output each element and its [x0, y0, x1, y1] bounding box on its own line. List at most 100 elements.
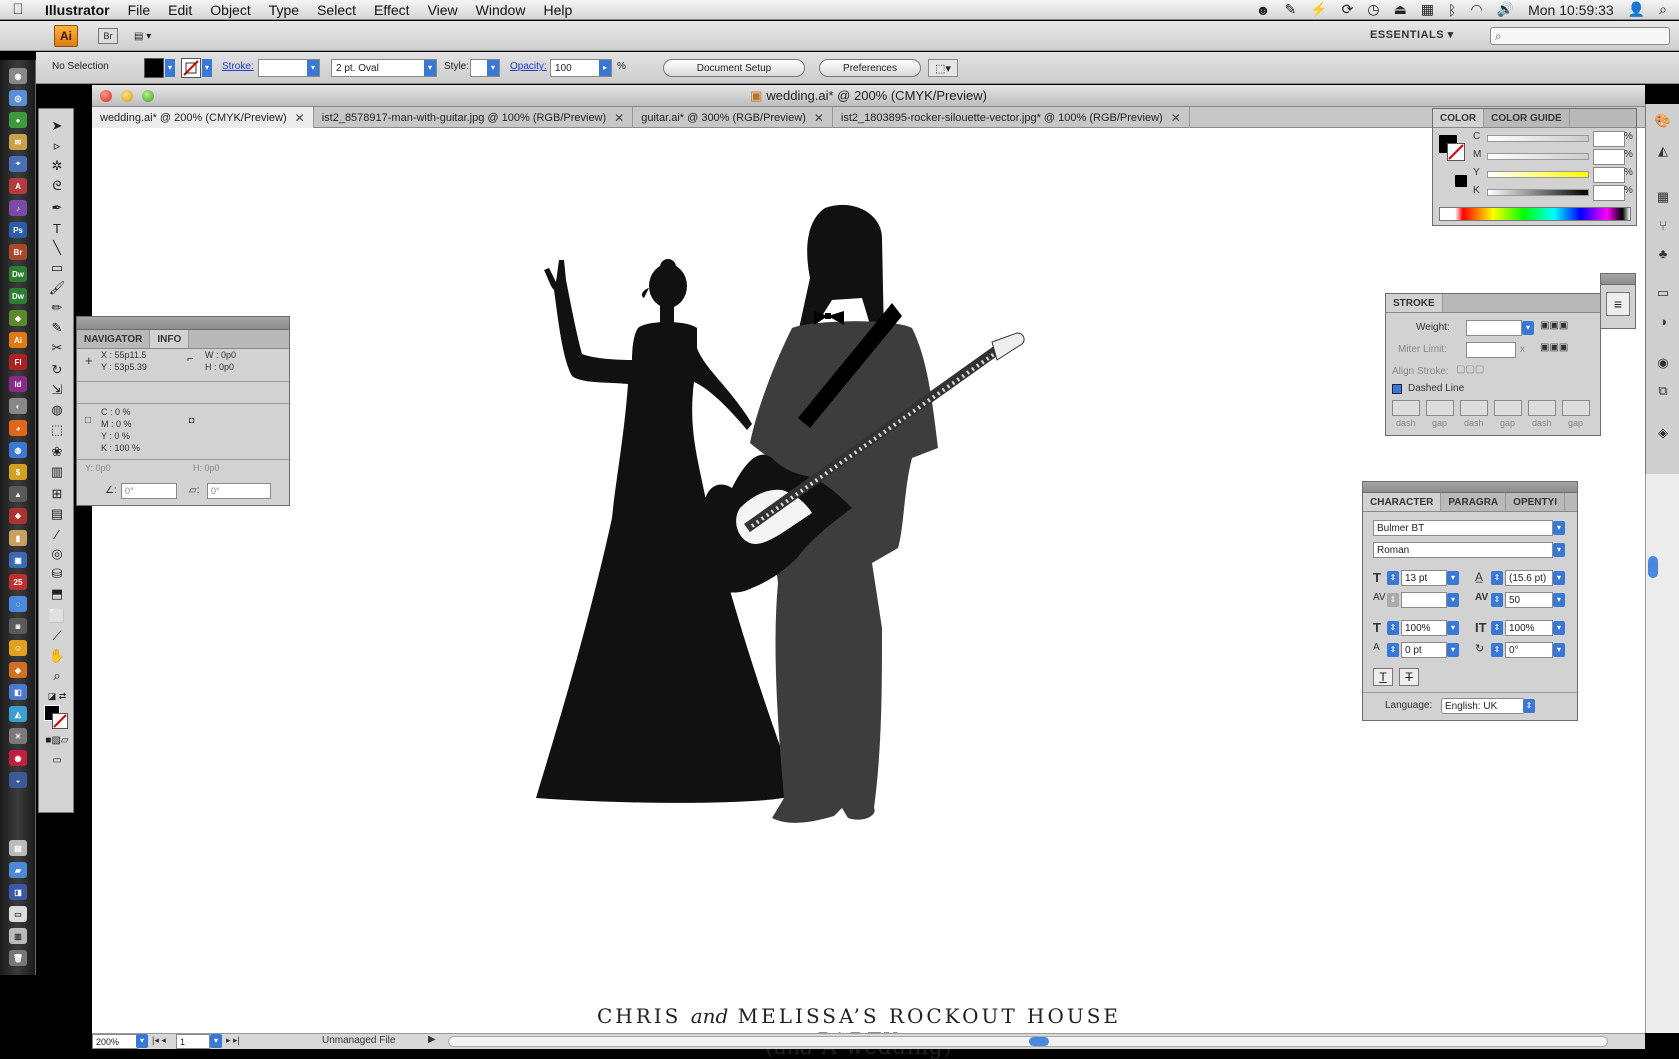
- baseline-shift-dropdown[interactable]: ▾: [1447, 643, 1459, 657]
- brush-arrow[interactable]: ▾: [424, 60, 436, 76]
- strikethrough-button[interactable]: T: [1399, 668, 1419, 686]
- wifi-icon[interactable]: ◠: [1470, 1, 1482, 18]
- channel-m-slider[interactable]: [1487, 153, 1589, 160]
- character-panel-titlebar[interactable]: [1363, 482, 1577, 493]
- kerning-field[interactable]: [1401, 592, 1447, 608]
- font-family-dropdown[interactable]: ▾: [1553, 521, 1565, 535]
- adium-icon[interactable]: ☺: [9, 640, 27, 656]
- app-icon-8[interactable]: ◙: [9, 618, 27, 634]
- dash-input-1[interactable]: [1392, 400, 1420, 416]
- volume-icon[interactable]: 🔊: [1497, 1, 1514, 18]
- gradient-panel-icon[interactable]: ▭: [1654, 284, 1672, 302]
- language-dropdown[interactable]: ⇕: [1523, 699, 1535, 713]
- document-setup-button[interactable]: Document Setup: [663, 59, 805, 77]
- fill-dropdown-arrow[interactable]: ▾: [165, 59, 175, 77]
- music-icon[interactable]: ♪: [9, 200, 27, 216]
- sync-icon[interactable]: ⟳: [1342, 1, 1354, 18]
- character-rotation-dropdown[interactable]: ▾: [1553, 643, 1565, 657]
- color-mode-icons[interactable]: ■▨▱: [45, 731, 68, 749]
- close-window-button[interactable]: [100, 90, 112, 102]
- stroke-dropdown-arrow[interactable]: ▾: [202, 59, 212, 77]
- menu-window[interactable]: Window: [467, 2, 535, 18]
- close-tab-icon[interactable]: ✕: [614, 111, 624, 125]
- firefox-icon[interactable]: ◕: [9, 420, 27, 436]
- language-select[interactable]: English: UK: [1441, 698, 1525, 714]
- dash-input-2[interactable]: [1460, 400, 1488, 416]
- ichat-icon[interactable]: ●: [9, 112, 27, 128]
- character-rotation-stepper[interactable]: ⇕: [1491, 643, 1503, 657]
- vertical-scroll-thumb[interactable]: [1648, 556, 1658, 578]
- baseline-shift-field[interactable]: 0 pt: [1401, 642, 1447, 658]
- bridge-dock-icon[interactable]: Br: [9, 244, 27, 260]
- menu-help[interactable]: Help: [534, 2, 581, 18]
- apple-icon[interactable]: : [0, 1, 36, 18]
- gap-input-3[interactable]: [1562, 400, 1590, 416]
- help-search-input[interactable]: ⌕: [1490, 27, 1670, 45]
- leading-stepper[interactable]: ⇕: [1491, 571, 1503, 585]
- direct-selection-tool-icon[interactable]: ▹: [47, 137, 67, 155]
- opacity-link[interactable]: Opacity:: [510, 61, 547, 72]
- tab-info[interactable]: INFO: [150, 330, 190, 348]
- app-icon-14[interactable]: ◒: [9, 772, 27, 788]
- color-spectrum[interactable]: [1439, 207, 1631, 221]
- stroke-weight-field[interactable]: ▾: [258, 59, 320, 77]
- color-stroke-swatch[interactable]: [1447, 143, 1465, 161]
- app-icon-2[interactable]: ◍: [9, 442, 27, 458]
- stroke-link[interactable]: Stroke:: [222, 61, 254, 72]
- tab-opentype[interactable]: OPENTYI: [1506, 493, 1566, 511]
- app-icon-12[interactable]: ✕: [9, 728, 27, 744]
- style-dropdown[interactable]: ▾: [470, 59, 500, 77]
- menu-app-name[interactable]: Illustrator: [36, 2, 119, 18]
- folder-icon[interactable]: ▰: [9, 862, 27, 878]
- brush-dropdown[interactable]: 2 pt. Oval ▾: [331, 59, 437, 77]
- horizontal-scale-field[interactable]: 100%: [1505, 620, 1553, 636]
- vertical-scrollbar[interactable]: [1645, 474, 1679, 1033]
- app-icon-10[interactable]: ◧: [9, 684, 27, 700]
- fill-swatch[interactable]: [144, 58, 164, 78]
- horizontal-scroll-thumb[interactable]: [1029, 1037, 1049, 1046]
- zoom-tool-icon[interactable]: ⌕: [47, 667, 67, 685]
- angle-field-2[interactable]: 0°: [207, 483, 271, 499]
- status-menu-arrow[interactable]: ▶: [428, 1034, 436, 1045]
- trash-icon[interactable]: 🗑: [9, 950, 27, 966]
- cap-style-icons[interactable]: ▣▣▣: [1540, 320, 1568, 331]
- artboard-dropdown-arrow[interactable]: ▾: [210, 1034, 222, 1048]
- font-size-stepper[interactable]: ⇕: [1387, 571, 1399, 585]
- eject-icon[interactable]: ⏏: [1394, 1, 1407, 18]
- vertical-scale-dropdown[interactable]: ▾: [1447, 621, 1459, 635]
- leading-dropdown[interactable]: ▾: [1553, 571, 1565, 585]
- app-icon-3[interactable]: ▲: [9, 486, 27, 502]
- tab-color[interactable]: COLOR: [1433, 109, 1485, 127]
- channel-y-slider[interactable]: [1487, 171, 1589, 178]
- gap-input-1[interactable]: [1426, 400, 1454, 416]
- eraser-tool-icon[interactable]: ✂: [47, 339, 67, 357]
- tab-paragraph[interactable]: PARAGRA: [1441, 493, 1507, 511]
- color-panel-icon[interactable]: 🎨: [1654, 112, 1672, 130]
- menu-view[interactable]: View: [419, 2, 467, 18]
- type-tool-icon[interactable]: T: [47, 219, 67, 237]
- character-rotation-field[interactable]: 0°: [1505, 642, 1553, 658]
- close-tab-icon[interactable]: ✕: [295, 111, 305, 125]
- tracking-dropdown[interactable]: ▾: [1553, 593, 1565, 607]
- menu-file[interactable]: File: [119, 2, 160, 18]
- channel-c-slider[interactable]: [1487, 135, 1589, 142]
- gap-input-2[interactable]: [1494, 400, 1522, 416]
- bridge-button[interactable]: Br: [98, 28, 118, 44]
- menu-object[interactable]: Object: [201, 2, 259, 18]
- bluetooth-icon[interactable]: ᛒ: [1448, 2, 1456, 18]
- rectangle-tool-icon[interactable]: ▭: [47, 259, 67, 277]
- document-title-bar[interactable]: ▣ wedding.ai* @ 200% (CMYK/Preview): [92, 85, 1645, 107]
- kerning-dropdown[interactable]: ▾: [1447, 593, 1459, 607]
- app-icon-9[interactable]: ◈: [9, 662, 27, 678]
- menu-effect[interactable]: Effect: [365, 2, 419, 18]
- spaces-icon[interactable]: ▦: [1421, 1, 1434, 18]
- color-guide-icon[interactable]: ◭: [1654, 142, 1672, 160]
- join-style-icons[interactable]: ▣▣▣: [1540, 342, 1568, 353]
- line-tool-icon[interactable]: ╲: [47, 239, 67, 257]
- live-paint-bucket-tool-icon[interactable]: ⛁: [47, 565, 67, 583]
- angle-field-1[interactable]: 0°: [121, 483, 177, 499]
- artboard-tool-icon[interactable]: ⬜: [47, 607, 67, 625]
- app-icon-4[interactable]: ❖: [9, 508, 27, 524]
- clock[interactable]: Mon 10:59:33: [1528, 2, 1614, 18]
- scale-tool-icon[interactable]: ⇲: [47, 381, 67, 399]
